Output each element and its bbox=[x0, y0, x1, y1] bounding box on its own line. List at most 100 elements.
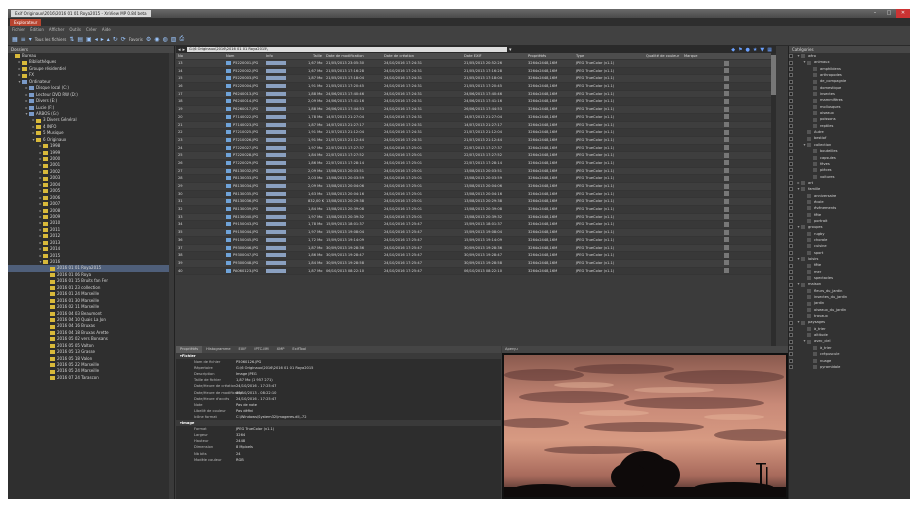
mark-cell[interactable] bbox=[722, 245, 731, 252]
category-checkbox[interactable] bbox=[789, 231, 793, 236]
table-row[interactable]: 22 P7210025.JPG 1,91 Mo 21/07/2013 21:12:04… bbox=[176, 129, 771, 137]
star-icon[interactable]: ★ bbox=[753, 47, 757, 53]
category-checkbox[interactable] bbox=[789, 358, 793, 363]
category-checkbox[interactable] bbox=[789, 282, 793, 287]
category-checkbox[interactable] bbox=[789, 314, 793, 319]
table-row[interactable]: 35 P9150044.JPG 1,97 Mo 15/09/2013 19:08:04… bbox=[176, 229, 771, 237]
category-checkbox[interactable] bbox=[789, 339, 793, 344]
category-checkbox[interactable] bbox=[789, 60, 793, 65]
category-checkbox[interactable] bbox=[789, 162, 793, 167]
category-checkbox[interactable] bbox=[789, 149, 793, 154]
category-checkbox[interactable] bbox=[789, 263, 793, 268]
category-checkbox[interactable] bbox=[789, 98, 793, 103]
table-row[interactable]: 34 P9150043.JPG 1,78 Mo 15/09/2013 18:01:37… bbox=[176, 221, 771, 230]
mark-box-icon[interactable] bbox=[724, 252, 729, 258]
category-item[interactable]: pyramidale bbox=[789, 364, 910, 370]
category-checkbox[interactable] bbox=[789, 257, 793, 262]
properties-tab[interactable]: Histogramme bbox=[202, 346, 234, 353]
table-row[interactable]: 14 P5220002.JPG 1,67 Mo 21/05/2013 17:16:28… bbox=[176, 67, 771, 76]
forward-icon[interactable]: ▸ bbox=[101, 36, 104, 43]
category-checkbox[interactable] bbox=[789, 238, 793, 243]
mark-cell[interactable] bbox=[722, 83, 731, 90]
menu-help[interactable]: Aide bbox=[102, 27, 111, 32]
mark-cell[interactable] bbox=[722, 221, 731, 228]
table-row[interactable]: 32 P8130039.JPG 1,84 Mo 13/08/2013 20:39:08… bbox=[176, 206, 771, 214]
grid-scrollbar[interactable] bbox=[771, 53, 776, 346]
table-row[interactable]: 18 P6240014.JPG 2,09 Mo 24/06/2013 17:41:16… bbox=[176, 98, 771, 107]
layout-icon[interactable]: ▤ bbox=[77, 36, 83, 43]
menu-edit[interactable]: Édition bbox=[30, 27, 44, 32]
column-header[interactable]: Date de création bbox=[382, 53, 462, 59]
view-mode-icon[interactable]: ▦ bbox=[767, 47, 772, 53]
mark-box-icon[interactable] bbox=[724, 237, 729, 243]
mark-box-icon[interactable] bbox=[724, 214, 729, 220]
color-label-icon[interactable]: ● bbox=[746, 47, 750, 53]
maximize-button[interactable]: □ bbox=[882, 9, 896, 18]
sort-icon[interactable]: ⇅ bbox=[69, 36, 74, 43]
table-row[interactable]: 24 P7220027.JPG 1,97 Mo 22/07/2013 17:27:37… bbox=[176, 144, 771, 153]
category-checkbox[interactable] bbox=[789, 168, 793, 173]
category-checkbox[interactable] bbox=[789, 295, 793, 300]
table-row[interactable]: 28 P8130033.JPG 2,03 Mo 13/08/2013 20:03:59… bbox=[176, 175, 771, 183]
folder-icon[interactable]: ▣ bbox=[86, 36, 92, 43]
mark-cell[interactable] bbox=[722, 137, 731, 144]
mark-box-icon[interactable] bbox=[724, 83, 729, 89]
category-checkbox[interactable] bbox=[789, 142, 793, 147]
category-checkbox[interactable] bbox=[789, 66, 793, 71]
table-row[interactable]: 27 P8130032.JPG 2,09 Mo 13/08/2013 20:03:51… bbox=[176, 167, 771, 176]
table-row[interactable]: 30 P8130035.JPG 1,63 Mo 13/08/2013 20:04:16… bbox=[176, 190, 771, 199]
menu-file[interactable]: Fichier bbox=[12, 27, 25, 32]
category-checkbox[interactable] bbox=[789, 307, 793, 312]
favorites-button[interactable]: Favoris bbox=[129, 37, 143, 42]
print-icon[interactable]: ⎙ bbox=[179, 35, 184, 43]
flag-icon[interactable]: ⚑ bbox=[738, 47, 742, 53]
column-header[interactable]: Date EXIF bbox=[462, 53, 526, 59]
mark-cell[interactable] bbox=[722, 198, 731, 205]
mark-box-icon[interactable] bbox=[724, 245, 729, 250]
table-row[interactable]: 39 P9300048.JPG 1,84 Mo 30/09/2013 19:28:58… bbox=[176, 259, 771, 268]
view-list-icon[interactable]: ≡ bbox=[21, 36, 26, 43]
table-row[interactable]: 33 P8130040.JPG 1,97 Mo 13/08/2013 20:39:32… bbox=[176, 213, 771, 222]
mark-box-icon[interactable] bbox=[724, 198, 729, 204]
category-checkbox[interactable] bbox=[789, 269, 793, 274]
column-header[interactable] bbox=[722, 53, 731, 59]
mark-cell[interactable] bbox=[722, 191, 731, 198]
mark-box-icon[interactable] bbox=[724, 183, 729, 189]
mark-box-icon[interactable] bbox=[724, 229, 729, 235]
tab-explorer[interactable]: Explorateur bbox=[10, 18, 42, 26]
table-row[interactable]: 21 P7140023.JPG 1,87 Mo 14/07/2013 21:27:17… bbox=[176, 121, 771, 130]
mark-cell[interactable] bbox=[722, 91, 731, 98]
table-row[interactable]: 26 P7220029.JPG 1,86 Mo 22/07/2013 17:28:14… bbox=[176, 159, 771, 168]
up-icon[interactable]: ▴ bbox=[107, 36, 110, 43]
mark-cell[interactable] bbox=[722, 75, 731, 82]
mark-box-icon[interactable] bbox=[724, 106, 729, 112]
tag-icon[interactable]: ◆ bbox=[731, 47, 735, 53]
category-checkbox[interactable] bbox=[789, 187, 793, 192]
back-icon[interactable]: ◂ bbox=[95, 36, 98, 43]
mark-cell[interactable] bbox=[722, 68, 731, 75]
column-header[interactable]: No bbox=[176, 53, 224, 59]
mark-box-icon[interactable] bbox=[724, 160, 729, 166]
column-header[interactable]: Type bbox=[574, 53, 644, 59]
mark-cell[interactable] bbox=[722, 214, 731, 221]
mark-box-icon[interactable] bbox=[724, 145, 729, 151]
category-checkbox[interactable] bbox=[789, 117, 793, 122]
table-row[interactable]: 25 P7220028.JPG 1,84 Mo 22/07/2013 17:27:52… bbox=[176, 152, 771, 160]
mark-cell[interactable] bbox=[722, 268, 731, 275]
mark-cell[interactable] bbox=[722, 114, 731, 121]
table-row[interactable]: 38 P9300047.JPG 1,86 Mo 30/09/2013 19:28:47… bbox=[176, 252, 771, 260]
properties-tab[interactable]: XMP bbox=[273, 346, 289, 353]
category-checkbox[interactable] bbox=[789, 111, 793, 116]
back-arrow-icon[interactable]: ◂ bbox=[178, 47, 181, 53]
path-dropdown-icon[interactable]: ▾ bbox=[509, 47, 512, 53]
filter-icon[interactable]: ▾ bbox=[29, 36, 32, 43]
mark-box-icon[interactable] bbox=[724, 137, 729, 143]
mark-box-icon[interactable] bbox=[724, 168, 729, 174]
mark-box-icon[interactable] bbox=[724, 75, 729, 81]
mark-cell[interactable] bbox=[722, 152, 731, 159]
mark-cell[interactable] bbox=[722, 175, 731, 182]
mark-cell[interactable] bbox=[722, 122, 731, 129]
mark-cell[interactable] bbox=[722, 229, 731, 236]
folder-tree-item[interactable]: 2016 07 24 Tarascon bbox=[8, 375, 174, 381]
mark-cell[interactable] bbox=[722, 160, 731, 167]
